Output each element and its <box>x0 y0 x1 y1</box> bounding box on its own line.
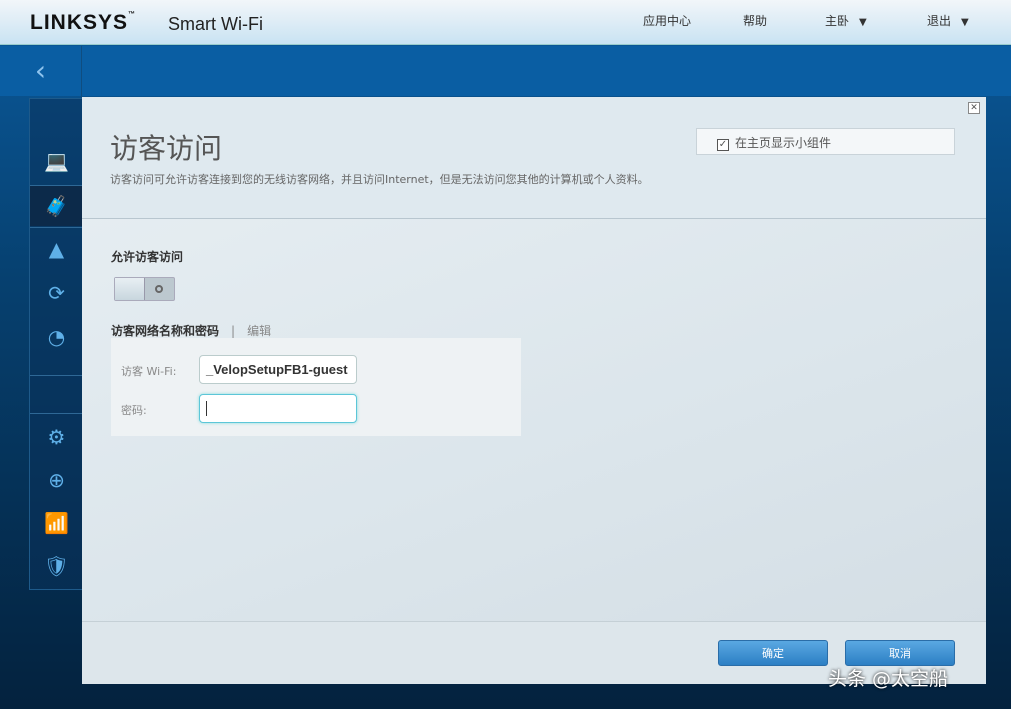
divider <box>30 227 83 228</box>
connectivity-gears-icon[interactable]: ⚙ <box>30 417 83 457</box>
troubleshooting-icon[interactable]: ⊕ <box>30 460 83 500</box>
guest-wifi-label: 访客 Wi-Fi: <box>121 365 177 378</box>
cancel-button[interactable]: 取消 <box>845 640 955 666</box>
allow-guest-label: 允许访客访问 <box>111 250 184 264</box>
network-label: 访客网络名称和密码 <box>111 324 220 338</box>
divider <box>30 375 83 376</box>
page-title: 访客访问 <box>110 132 223 165</box>
page-description: 访客访问可允许访客连接到您的无线访客网络，并且访问Internet，但是无法访问… <box>110 173 649 186</box>
allow-guest-toggle[interactable] <box>114 277 175 301</box>
password-label: 密码: <box>121 404 147 417</box>
security-shield-icon[interactable]: 🛡 <box>30 546 83 586</box>
media-prioritization-icon[interactable]: ⟳ <box>30 273 83 313</box>
linksys-logo: LINKSYS™ <box>30 11 137 34</box>
off-icon <box>155 285 163 293</box>
guest-access-panel: ✕ 访客访问 访客访问可允许访客连接到您的无线访客网络，并且访问Internet… <box>82 97 986 684</box>
guest-access-icon[interactable]: 🧳 <box>30 186 83 226</box>
separator: | <box>231 324 236 338</box>
chevron-down-icon: ▼ <box>961 17 969 28</box>
nav-help[interactable]: 帮助 <box>743 12 767 29</box>
chevron-down-icon: ▼ <box>859 17 867 28</box>
devices-icon[interactable]: 💻 <box>30 141 83 181</box>
router-name: 主卧 <box>825 14 850 28</box>
checkbox-checked-icon: ✓ <box>717 139 729 151</box>
network-section-heading: 访客网络名称和密码 | 编辑 <box>111 322 271 339</box>
sidebar: 💻 🧳 ▲ ⟳ ◔ ⚙ ⊕ 📶 🛡 <box>29 98 83 590</box>
wireless-icon[interactable]: 📶 <box>30 503 83 543</box>
show-widget-label: 在主页显示小组件 <box>735 136 832 150</box>
ok-button[interactable]: 确定 <box>718 640 828 666</box>
parental-controls-icon[interactable]: ▲ <box>30 229 83 269</box>
password-input[interactable] <box>199 394 357 423</box>
title-band <box>0 46 1011 96</box>
watermark: 头条 @太空船 <box>828 668 949 690</box>
speed-test-icon[interactable]: ◔ <box>30 317 83 357</box>
logout-label: 退出 <box>927 14 952 28</box>
nav-app-center[interactable]: 应用中心 <box>643 12 691 29</box>
top-bar: LINKSYS™ Smart Wi-Fi 应用中心 帮助 主卧 ▼ 退出 ▼ <box>0 0 1011 45</box>
close-icon[interactable]: ✕ <box>968 102 980 114</box>
nav-logout-menu[interactable]: 退出 ▼ <box>927 12 969 29</box>
guest-wifi-name-input[interactable]: _VelopSetupFB1-guest <box>199 355 357 384</box>
panel-header: ✕ 访客访问 访客访问可允许访客连接到您的无线访客网络，并且访问Internet… <box>82 97 986 219</box>
product-name: Smart Wi-Fi <box>168 14 263 34</box>
toggle-knob <box>115 278 145 300</box>
show-widget-checkbox[interactable]: ✓ 在主页显示小组件 <box>696 128 955 155</box>
guest-network-form: 访客 Wi-Fi: _VelopSetupFB1-guest 密码: <box>111 338 521 436</box>
nav-router-menu[interactable]: 主卧 ▼ <box>825 12 867 29</box>
divider <box>30 413 83 414</box>
back-chevron-icon[interactable]: ‹ <box>0 46 82 98</box>
edit-link[interactable]: 编辑 <box>247 324 271 338</box>
